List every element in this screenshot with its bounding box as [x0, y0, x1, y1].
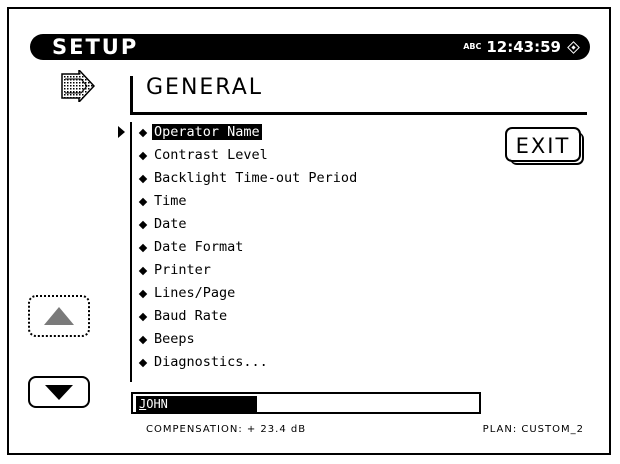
triangle-up-icon [44, 307, 74, 325]
menu-item-baud-rate[interactable]: Baud Rate [138, 305, 359, 328]
bullet-icon [138, 358, 148, 368]
operator-name-field[interactable]: JOHN [131, 392, 481, 414]
status-area: ABC 12:43:59 [463, 37, 580, 57]
menu-item-contrast-level[interactable]: Contrast Level [138, 144, 359, 167]
bullet-icon [138, 266, 148, 276]
exit-button-label: EXIT [515, 134, 571, 158]
operator-name-rest: OHN [146, 397, 168, 411]
section-heading: GENERAL [146, 75, 264, 100]
menu-item-operator-name[interactable]: Operator Name [138, 121, 359, 144]
scroll-down-button[interactable] [28, 376, 90, 408]
menu-item-date[interactable]: Date [138, 213, 359, 236]
menu-item-lines-page[interactable]: Lines/Page [138, 282, 359, 305]
bullet-icon [138, 312, 148, 322]
exit-button[interactable]: EXIT [505, 127, 584, 165]
setup-menu: Operator Name Contrast Level Backlight T… [138, 121, 359, 374]
diamond-icon [567, 41, 580, 54]
page-title: SETUP [52, 35, 139, 59]
bullet-icon [138, 220, 148, 230]
compensation-readout: COMPENSATION: + 23.4 dB [146, 424, 307, 435]
scroll-up-button[interactable] [28, 295, 90, 337]
bullet-icon [138, 335, 148, 345]
operator-name-value: JOHN [136, 396, 257, 412]
clock-time: 12:43:59 [486, 38, 561, 56]
title-bar: SETUP ABC 12:43:59 [30, 34, 590, 60]
menu-rule [130, 122, 132, 382]
bullet-icon [138, 289, 148, 299]
menu-item-printer[interactable]: Printer [138, 259, 359, 282]
menu-item-time[interactable]: Time [138, 190, 359, 213]
menu-item-date-format[interactable]: Date Format [138, 236, 359, 259]
menu-item-backlight-timeout[interactable]: Backlight Time-out Period [138, 167, 359, 190]
plan-readout: PLAN: CUSTOM_2 [482, 424, 584, 435]
triangle-down-icon [45, 385, 73, 400]
status-small-indicator: ABC [463, 42, 482, 51]
bullet-icon [138, 197, 148, 207]
bullet-icon [138, 174, 148, 184]
bullet-icon [138, 128, 148, 138]
menu-item-diagnostics[interactable]: Diagnostics... [138, 351, 359, 374]
menu-item-beeps[interactable]: Beeps [138, 328, 359, 351]
bullet-icon [138, 151, 148, 161]
selection-pointer-icon [118, 126, 125, 138]
section-arrow-icon [61, 68, 96, 104]
bullet-icon [138, 243, 148, 253]
